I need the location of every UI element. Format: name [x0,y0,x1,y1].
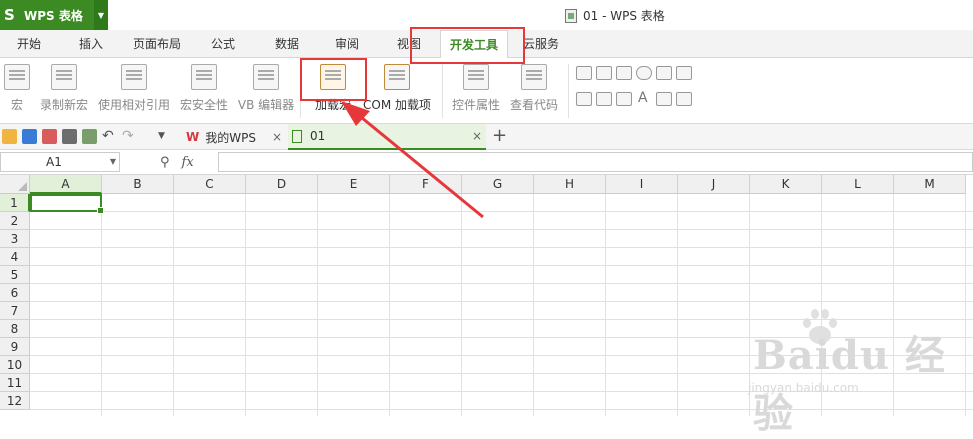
annotation-arrow [341,101,484,219]
